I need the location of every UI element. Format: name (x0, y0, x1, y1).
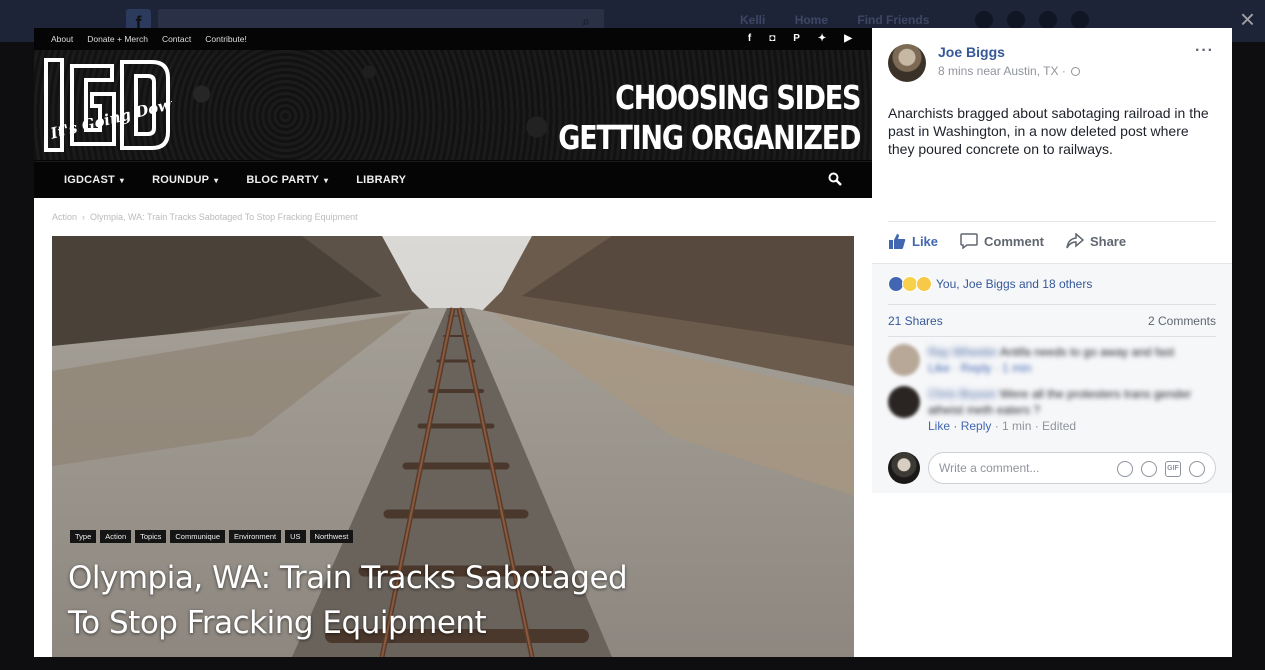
post-header: Joe Biggs 8 mins near Austin, TX · (888, 44, 1081, 82)
emoji-icon[interactable] (1117, 461, 1133, 477)
instagram-icon: ◘ (769, 33, 776, 44)
write-comment-row: Write a comment... GIF (888, 452, 1216, 484)
comment-item: Ray Wheeler Antifa needs to go away and … (888, 344, 1198, 376)
tag: Communique (170, 530, 225, 543)
comment-text: Antifa needs to go away and fast (1000, 345, 1175, 359)
help-icon (1071, 11, 1089, 29)
breadcrumb-separator: › (82, 212, 86, 222)
share-icon (1066, 233, 1084, 249)
reactions-text: You, Joe Biggs and 18 others (936, 277, 1093, 291)
shares-count[interactable]: 21 Shares (888, 314, 943, 328)
chevron-down-icon: ▾ (214, 176, 219, 185)
thumbs-up-icon (889, 234, 906, 249)
banner-line-2: GETTING ORGANIZED (558, 118, 861, 157)
comment-author[interactable]: Ray Wheeler (928, 345, 997, 359)
avatar (888, 452, 920, 484)
comment-meta: Like · Reply · 1 min (928, 361, 1032, 375)
comment-button[interactable]: Comment (960, 233, 1044, 249)
comments-section: You, Joe Biggs and 18 others 21 Shares 2… (872, 263, 1232, 493)
tag: Type (70, 530, 97, 543)
tag: Environment (229, 530, 282, 543)
breadcrumb-action: Action (52, 212, 78, 222)
nav-profile: Kelli (740, 13, 766, 27)
post-text: Anarchists bragged about sabotaging rail… (888, 105, 1209, 157)
logo-script: It's Going Down! (48, 91, 172, 143)
comment-like-link[interactable]: Like (928, 419, 950, 433)
divider (888, 221, 1216, 222)
divider (888, 304, 1216, 305)
site-nav: IGDCAST ▾ ROUNDUP ▾ BLOC PARTY ▾ LIBRARY (34, 161, 872, 198)
notifications-icon (1039, 11, 1057, 29)
article-tags: Type Action Topics Communique Environmen… (70, 530, 354, 543)
reactions-summary[interactable]: You, Joe Biggs and 18 others (888, 276, 1092, 292)
comment-input[interactable]: Write a comment... GIF (928, 452, 1216, 484)
nav-igdcast: IGDCAST ▾ (64, 174, 125, 186)
breadcrumb: Action › Olympia, WA: Train Tracks Sabotag… (52, 212, 358, 222)
post-actions: Like Comment Share (888, 233, 1126, 249)
banner-line-1: CHOOSING SIDES (614, 78, 861, 117)
post-photo[interactable]: About Donate + Merch Contact Contribute!… (34, 28, 872, 657)
chevron-down-icon: ▾ (119, 176, 125, 185)
twitter-icon: ✦ (817, 33, 827, 44)
facebook-icon: f (747, 33, 752, 44)
site-header: About Donate + Merch Contact Contribute!… (34, 28, 872, 198)
nav-library: LIBRARY (356, 174, 407, 186)
tag: Topics (135, 530, 167, 543)
sticker-icon[interactable] (1189, 461, 1205, 477)
nav-roundup: ROUNDUP ▾ (152, 174, 219, 186)
comment-item: Chris Bryson Were all the protesters tra… (888, 386, 1198, 434)
post-meta: 8 mins near Austin, TX · (938, 64, 1081, 78)
site-social-icons: f ◘ P ✦ ▶ (748, 33, 852, 44)
igd-logo: It's Going Down! (44, 58, 172, 152)
comment-input-icons: GIF (1117, 461, 1205, 477)
globe-icon (1071, 67, 1081, 76)
facebook-notification-icons (975, 11, 1089, 29)
article-title: Olympia, WA: Train Tracks Sabotaged To S… (68, 560, 628, 641)
link-contact: Contact (161, 34, 192, 44)
link-about: About (51, 34, 74, 44)
nav-find-friends: Find Friends (857, 13, 930, 27)
link-donate: Donate + Merch (87, 34, 148, 44)
comment-icon (960, 233, 978, 249)
breadcrumb-article: Olympia, WA: Train Tracks Sabotaged To S… (90, 212, 358, 222)
article-hero-image: Type Action Topics Communique Environmen… (52, 236, 854, 657)
gif-icon[interactable]: GIF (1165, 461, 1181, 477)
youtube-icon: ▶ (844, 33, 852, 44)
messages-icon (1007, 11, 1025, 29)
avatar[interactable] (888, 344, 920, 376)
post-panel: Joe Biggs 8 mins near Austin, TX · ··· A… (872, 28, 1232, 657)
chevron-down-icon: ▾ (324, 176, 329, 185)
link-contribute: Contribute! (205, 34, 247, 44)
sad-reaction-icon (916, 276, 932, 292)
comments-count[interactable]: 2 Comments (1148, 314, 1216, 328)
comment-author[interactable]: Chris Bryson (928, 387, 997, 401)
close-icon[interactable]: × (1240, 6, 1255, 32)
avatar[interactable] (888, 386, 920, 418)
search-icon (828, 172, 842, 186)
camera-icon[interactable] (1141, 461, 1157, 477)
nav-home: Home (794, 13, 829, 27)
patreon-icon: P (793, 33, 800, 44)
friend-requests-icon (975, 11, 993, 29)
tag: Action (100, 530, 132, 543)
site-top-links: About Donate + Merch Contact Contribute! (51, 34, 247, 44)
post-author[interactable]: Joe Biggs (938, 44, 1080, 60)
tag: Northwest (309, 530, 354, 543)
tag: US (285, 530, 306, 543)
like-button[interactable]: Like (888, 233, 938, 249)
divider (888, 336, 1216, 337)
banner-headline: CHOOSING SIDES GETTING ORGANIZED (558, 78, 861, 158)
more-options-icon[interactable]: ··· (1195, 42, 1214, 60)
share-button[interactable]: Share (1066, 233, 1126, 249)
comment-meta: Like · Reply · 1 min · Edited (928, 419, 1077, 433)
facebook-nav: Kelli Home Find Friends (740, 13, 955, 27)
avatar[interactable] (888, 44, 926, 82)
comment-reply-link[interactable]: Reply (961, 419, 992, 433)
nav-bloc-party: BLOC PARTY ▾ (246, 174, 329, 186)
